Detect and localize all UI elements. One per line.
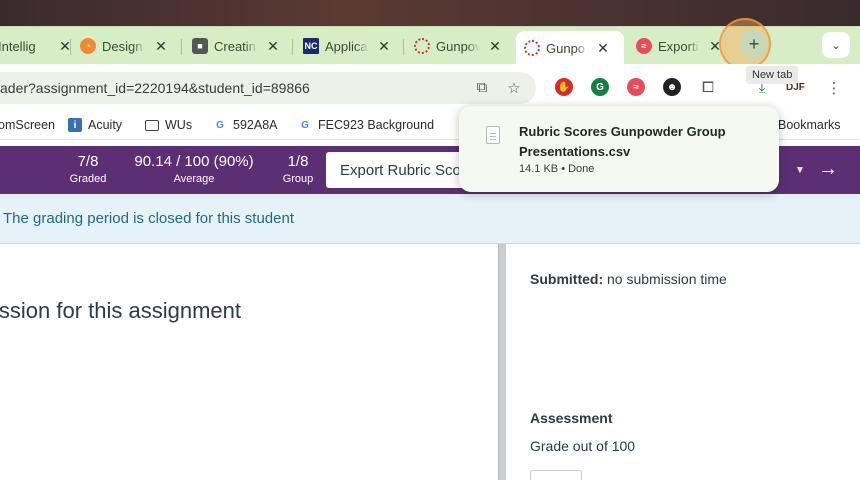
tab-gunpowder-active[interactable]: Gunpo ✕ xyxy=(516,31,624,65)
tab-label: Creatin xyxy=(214,38,256,54)
tab-separator xyxy=(70,39,71,55)
no-submission-message: ission for this assignment xyxy=(0,298,241,323)
close-icon[interactable]: ✕ xyxy=(266,38,280,55)
group-value: 1/8 xyxy=(287,153,309,170)
address-text: ader?assignment_id=2220194&student_id=89… xyxy=(0,80,310,96)
google-icon: G xyxy=(216,119,224,131)
download-status: 14.1 KB • Done xyxy=(519,163,595,175)
export-tab-icon: ≈ xyxy=(636,38,652,54)
grading-sidebar: Submitted: no submission time Assessment… xyxy=(506,244,860,480)
download-bubble: Rubric Scores Gunpowder Group Presentati… xyxy=(459,106,779,192)
folder-icon xyxy=(145,119,159,131)
bookmark-label: Bookmarks xyxy=(778,118,841,132)
menu-kebab-icon[interactable]: ⋮ xyxy=(824,79,844,97)
banner-text: The grading period is closed for this st… xyxy=(3,210,294,227)
grammarly-extension-icon[interactable]: G xyxy=(591,78,609,96)
bookmark-label: FEC923 Background xyxy=(318,118,435,132)
google-icon: G xyxy=(301,119,309,131)
submitted-info: Submitted: no submission time xyxy=(530,271,727,287)
extension-icon[interactable]: ≈ xyxy=(627,78,645,96)
student-dropdown-caret-icon[interactable]: ▼ xyxy=(795,165,805,176)
extensions-puzzle-icon[interactable]: ⧠ xyxy=(698,79,718,96)
bookmark-label: Acuity xyxy=(88,118,123,132)
acuity-icon: i xyxy=(68,118,82,132)
close-icon[interactable]: ✕ xyxy=(596,40,610,57)
submission-pane: ission for this assignment xyxy=(0,244,498,480)
next-student-arrow-icon[interactable]: → xyxy=(818,158,838,181)
group-label: Group xyxy=(282,173,314,185)
nc-tab-icon: NC xyxy=(303,38,319,54)
bookmark-item[interactable]: i Acuity xyxy=(68,116,122,134)
tab-separator xyxy=(181,39,182,55)
average-stat: 90.14 / 100 (90%) Average xyxy=(128,153,260,185)
bookmark-star-icon[interactable]: ☆ xyxy=(504,79,524,97)
new-tab-button[interactable]: + xyxy=(740,30,768,58)
tab-search-button[interactable]: ⌄ xyxy=(822,32,850,58)
graded-value: 7/8 xyxy=(77,153,99,170)
browser-toolbar: ader?assignment_id=2220194&student_id=89… xyxy=(0,64,860,110)
screen: Intellig ✕ ◔ Design ✕ ■ Creatin ✕ NC App… xyxy=(0,0,860,480)
grade-input[interactable] xyxy=(530,470,582,480)
tab-label: Intellig xyxy=(0,38,36,54)
tab-label: Applica xyxy=(325,38,368,54)
submitted-label: Submitted: xyxy=(530,271,604,287)
tab-label: Design xyxy=(102,38,143,54)
pane-resize-handle[interactable] xyxy=(498,244,506,480)
close-icon[interactable]: ✕ xyxy=(488,38,502,55)
export-select-label: Export Rubric Sco xyxy=(340,161,461,179)
download-file-name[interactable]: Rubric Scores Gunpowder Group Presentati… xyxy=(519,122,759,162)
bookmark-item[interactable]: G 592A8A xyxy=(213,116,277,134)
extension-icon[interactable]: ☻ xyxy=(663,78,681,96)
canvas-tab-icon xyxy=(524,40,540,56)
address-bar[interactable]: ader?assignment_id=2220194&student_id=89… xyxy=(0,72,536,104)
bookmark-label: 592A8A xyxy=(233,118,278,132)
average-label: Average xyxy=(173,173,215,185)
file-icon xyxy=(486,126,500,144)
adblock-extension-icon[interactable]: ✋ xyxy=(555,78,573,96)
new-tab-tooltip: New tab xyxy=(746,66,799,84)
bookmark-label: omScreen xyxy=(0,118,55,132)
average-value: 90.14 / 100 (90%) xyxy=(134,153,254,170)
close-icon[interactable]: ✕ xyxy=(377,38,391,55)
tab-label: Gunpo xyxy=(546,40,586,56)
bookmark-label: WUs xyxy=(165,118,193,132)
tab-export[interactable]: ≈ Exporti ✕ xyxy=(636,32,722,60)
tab-creatin[interactable]: ■ Creatin ✕ xyxy=(192,32,280,60)
grading-period-banner: The grading period is closed for this st… xyxy=(0,194,860,244)
canvas-tab-icon xyxy=(414,38,430,54)
tab-gunpowder[interactable]: Gunpov ✕ xyxy=(414,32,502,60)
graded-label: Graded xyxy=(69,173,107,185)
graded-stat: 7/8 Graded xyxy=(68,153,108,185)
bookmark-item[interactable]: WUs xyxy=(145,116,192,134)
tab-label: Exporti xyxy=(658,38,699,54)
tab-design[interactable]: ◔ Design ✕ xyxy=(80,32,168,60)
close-icon[interactable]: ✕ xyxy=(154,38,168,55)
tab-intellig[interactable]: Intellig ✕ xyxy=(0,32,72,60)
group-stat: 1/8 Group xyxy=(280,153,316,185)
export-rubric-select[interactable]: Export Rubric Sco xyxy=(326,152,476,188)
assessment-heading: Assessment xyxy=(530,410,613,426)
bookmark-item[interactable]: Bookmarks xyxy=(778,116,841,134)
design-tab-icon: ◔ xyxy=(80,38,96,54)
tab-applica[interactable]: NC Applica ✕ xyxy=(303,32,391,60)
install-app-icon[interactable]: ⧉ xyxy=(472,79,492,96)
tab-separator xyxy=(292,39,293,55)
cube-tab-icon: ■ xyxy=(192,38,208,54)
bookmark-item[interactable]: G FEC923 Background xyxy=(298,116,434,134)
grade-out-of-label: Grade out of 100 xyxy=(530,438,636,454)
tab-label: Gunpov xyxy=(436,38,480,54)
bookmark-item[interactable]: omScreen xyxy=(0,116,55,134)
submitted-value: no submission time xyxy=(603,271,727,287)
tab-separator xyxy=(403,39,404,55)
